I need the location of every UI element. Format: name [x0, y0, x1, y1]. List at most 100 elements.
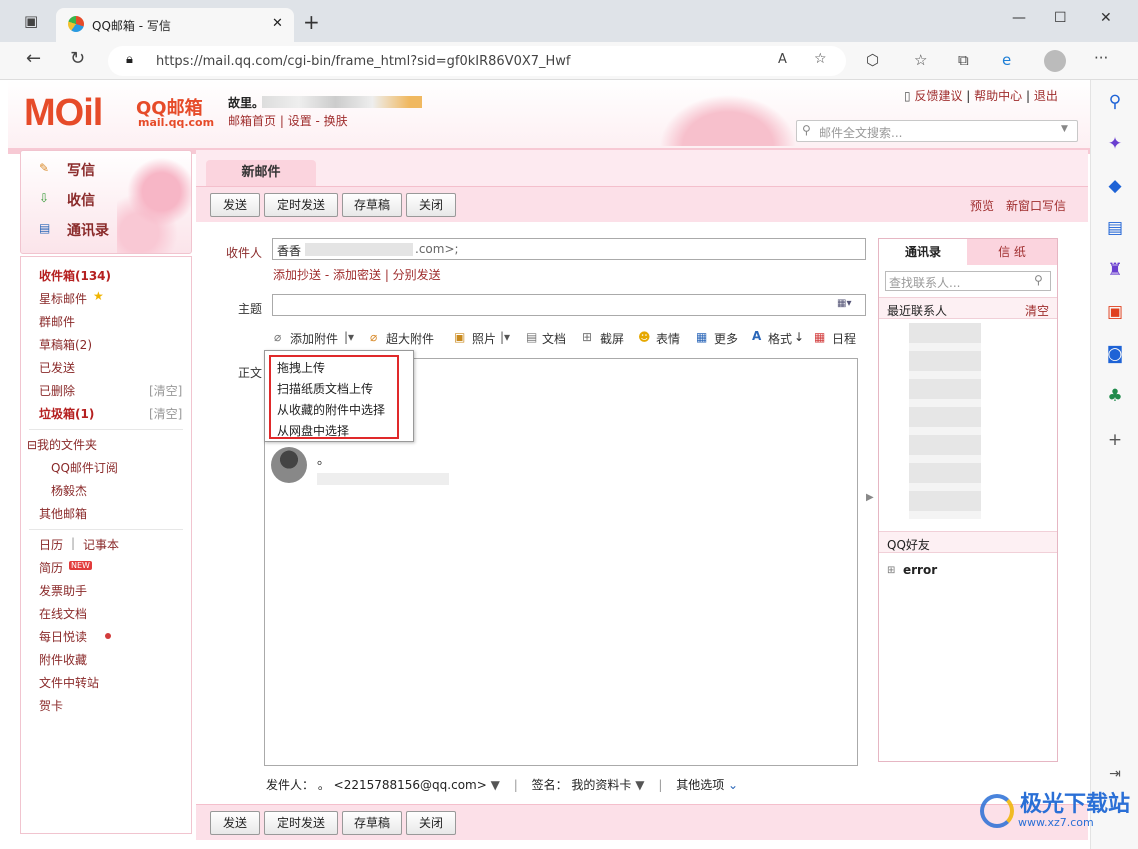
photo-dropdown-icon[interactable]: |▾: [500, 330, 510, 344]
settings-link[interactable]: 设置: [288, 114, 312, 128]
app-resume[interactable]: 简历: [39, 559, 63, 576]
menu-scan-upload[interactable]: 扫描纸质文档上传: [277, 380, 373, 397]
save-draft-button-bottom[interactable]: 存草稿: [342, 811, 402, 835]
app-attachments[interactable]: 附件收藏: [39, 651, 87, 668]
logout-link[interactable]: 退出: [1034, 89, 1058, 103]
save-draft-button[interactable]: 存草稿: [342, 193, 402, 217]
app-notes[interactable]: 记事本: [83, 536, 119, 553]
sender-value[interactable]: 。 <2215788156@qq.com>: [318, 778, 487, 792]
tree-icon[interactable]: ♣: [1091, 386, 1138, 406]
read-aloud-icon[interactable]: A: [778, 52, 787, 67]
help-link[interactable]: 帮助中心: [974, 89, 1022, 103]
profile-avatar[interactable]: [1044, 50, 1066, 72]
address-bar[interactable]: 🔒︎ https://mail.qq.com/cgi-bin/frame_htm…: [108, 46, 846, 76]
menu-drag-upload[interactable]: 拖拽上传: [277, 359, 325, 376]
options-chevron-icon[interactable]: ⌄: [728, 778, 738, 792]
search-icon[interactable]: ⚲: [1091, 92, 1138, 112]
browser-tab[interactable]: QQ邮箱 - 写信 ✕: [56, 8, 294, 42]
scheduled-send-button-bottom[interactable]: 定时发送: [264, 811, 338, 835]
extensions-icon[interactable]: ⬡: [866, 51, 879, 69]
nav-starred[interactable]: 星标邮件: [39, 290, 87, 307]
deleted-clear[interactable]: [清空]: [149, 382, 182, 399]
back-icon[interactable]: ←: [26, 48, 41, 69]
preview-link[interactable]: 预览: [970, 197, 994, 214]
skin-link[interactable]: 换肤: [324, 114, 348, 128]
app-calendar[interactable]: 日历: [39, 536, 63, 553]
shopping-tag-icon[interactable]: ◆: [1091, 176, 1138, 196]
app-invoice[interactable]: 发票助手: [39, 582, 87, 599]
edge-ie-icon[interactable]: e: [1002, 51, 1011, 69]
attachment-dropdown-icon[interactable]: |▾: [344, 330, 354, 344]
nav-sent[interactable]: 已发送: [39, 359, 75, 376]
tab-stationery[interactable]: 信 纸: [967, 239, 1057, 265]
to-field[interactable]: 香香 .com>;: [272, 238, 866, 260]
close-button[interactable]: 关闭: [406, 193, 456, 217]
close-button-bottom[interactable]: 关闭: [406, 811, 456, 835]
new-tab-button[interactable]: +: [303, 10, 320, 34]
search-dropdown-icon[interactable]: ▼: [1061, 124, 1068, 134]
more-icon[interactable]: ···: [1094, 49, 1108, 67]
document-button[interactable]: 文档: [542, 330, 566, 347]
refresh-icon[interactable]: ↻: [70, 48, 85, 69]
compose-tab[interactable]: 新邮件: [206, 160, 316, 186]
send-button-bottom[interactable]: 发送: [210, 811, 260, 835]
other-options[interactable]: 其他选项: [676, 778, 724, 792]
new-window-link[interactable]: 新窗口写信: [1006, 197, 1066, 214]
app-cards[interactable]: 贺卡: [39, 697, 63, 714]
folder-custom[interactable]: 杨毅杰: [51, 482, 87, 499]
home-link[interactable]: 邮箱首页: [228, 114, 276, 128]
schedule-button[interactable]: 日程: [832, 330, 856, 347]
office-icon[interactable]: ▣: [1091, 302, 1138, 322]
compose-link[interactable]: 写信: [67, 160, 95, 180]
add-attachment-button[interactable]: 添加附件: [290, 330, 338, 347]
copilot-icon[interactable]: ✦: [1091, 134, 1138, 154]
tools-icon[interactable]: ▤: [1091, 218, 1138, 238]
contact-search-input[interactable]: 查找联系人... ⚲: [885, 271, 1051, 291]
window-close-icon[interactable]: ✕: [1100, 10, 1112, 26]
logo-mark[interactable]: MOil: [24, 92, 103, 135]
panel-toggle-icon[interactable]: ▶: [866, 492, 874, 503]
menu-from-netdisk[interactable]: 从网盘中选择: [277, 422, 349, 439]
add-bcc-link[interactable]: 添加密送: [333, 268, 381, 282]
subject-field[interactable]: ▦▾: [272, 294, 866, 316]
feedback-link[interactable]: 反馈建议: [914, 89, 962, 103]
add-icon[interactable]: +: [1091, 430, 1138, 450]
tab-actions-icon[interactable]: ▣: [24, 12, 38, 30]
spam-clear[interactable]: [清空]: [149, 405, 182, 422]
nav-deleted[interactable]: 已删除: [39, 382, 75, 399]
app-docs[interactable]: 在线文档: [39, 605, 87, 622]
emoji-button[interactable]: 表情: [656, 330, 680, 347]
add-cc-link[interactable]: 添加抄送: [273, 268, 321, 282]
photo-button[interactable]: 照片: [472, 330, 496, 347]
mail-search-input[interactable]: ⚲ 邮件全文搜索... ▼: [796, 120, 1078, 142]
my-folders[interactable]: ⊟我的文件夹: [27, 436, 97, 453]
menu-from-favorites[interactable]: 从收藏的附件中选择: [277, 401, 385, 418]
maximize-icon[interactable]: ☐: [1054, 10, 1067, 26]
recent-clear[interactable]: 清空: [1025, 302, 1049, 319]
games-icon[interactable]: ♜: [1091, 260, 1138, 280]
format-button[interactable]: 格式: [768, 330, 792, 347]
favorite-add-icon[interactable]: ☆: [814, 51, 827, 67]
sidebar-toggle-icon[interactable]: ⇥: [1091, 766, 1138, 782]
outlook-icon[interactable]: ◙: [1091, 344, 1138, 364]
phone-icon[interactable]: ▯: [904, 89, 911, 103]
tab-contacts[interactable]: 通讯录: [879, 239, 967, 265]
favorites-icon[interactable]: ☆: [914, 51, 927, 69]
minimize-icon[interactable]: —: [1012, 10, 1026, 26]
signature-dropdown-icon[interactable]: ▼: [635, 778, 644, 792]
scheduled-send-button[interactable]: 定时发送: [264, 193, 338, 217]
nav-group[interactable]: 群邮件: [39, 313, 75, 330]
subject-style-icon[interactable]: ▦▾: [837, 298, 851, 309]
nav-inbox[interactable]: 收件箱(134): [39, 267, 111, 284]
app-reading[interactable]: 每日悦读: [39, 628, 87, 645]
separate-send-link[interactable]: 分别发送: [393, 268, 441, 282]
expand-icon[interactable]: ⊞: [887, 565, 895, 576]
error-group[interactable]: error: [903, 563, 937, 577]
screenshot-button[interactable]: 截屏: [600, 330, 624, 347]
send-button[interactable]: 发送: [210, 193, 260, 217]
large-attachment-button[interactable]: 超大附件: [386, 330, 434, 347]
sender-dropdown-icon[interactable]: ▼: [491, 778, 500, 792]
nav-drafts[interactable]: 草稿箱(2): [39, 336, 92, 353]
folder-subscription[interactable]: QQ邮件订阅: [51, 459, 118, 476]
tab-close-icon[interactable]: ✕: [272, 16, 283, 31]
